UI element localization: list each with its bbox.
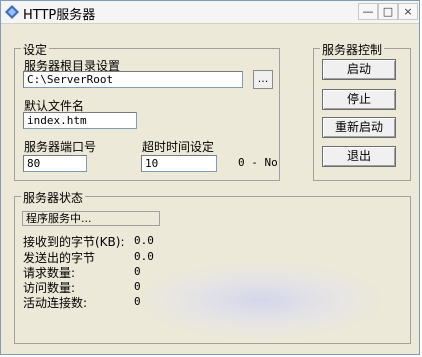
active-connections-label: 活动连接数:: [23, 296, 88, 310]
window-title: HTTP服务器: [23, 8, 96, 23]
control-group-label: 服务器控制: [320, 41, 385, 58]
bytes-received-label: 接收到的字节(KB):: [23, 235, 125, 249]
maximize-button[interactable]: □: [378, 3, 398, 20]
app-diamond-icon: [5, 5, 19, 19]
port-label: 服务器端口号: [24, 140, 97, 154]
status-group-label: 服务器状态: [21, 189, 86, 206]
visit-count-value: 0: [134, 280, 141, 293]
active-connections-value: 0: [134, 295, 141, 308]
bytes-received-value: 0.0: [134, 234, 154, 247]
default-file-field[interactable]: index.htm: [23, 112, 137, 129]
root-dir-field[interactable]: C:\ServerRoot: [23, 71, 243, 88]
browse-button[interactable]: ...: [253, 70, 273, 89]
restart-button[interactable]: 重新启动: [322, 117, 396, 138]
exit-button[interactable]: 退出: [322, 146, 396, 167]
close-button[interactable]: ×: [398, 3, 418, 20]
title-bar[interactable]: HTTP服务器 — □ ×: [1, 1, 419, 24]
settings-group-label: 设定: [21, 41, 50, 58]
stop-button[interactable]: 停止: [322, 89, 396, 110]
app-window: HTTP服务器 — □ × 设定 服务器根目录设置 C:\ServerRoot …: [0, 0, 420, 355]
timeout-hint: 0 - No: [238, 156, 278, 169]
watermark-smudge: [141, 263, 381, 338]
status-message: 程序服务中...: [22, 211, 160, 226]
timeout-field[interactable]: 10: [141, 155, 217, 172]
timeout-label: 超时时间设定: [142, 140, 215, 154]
bytes-sent-value: 0.0: [134, 250, 154, 263]
minimize-button[interactable]: —: [358, 3, 378, 20]
port-field[interactable]: 80: [23, 155, 87, 172]
start-button[interactable]: 启动: [322, 59, 396, 80]
request-count-value: 0: [134, 265, 141, 278]
